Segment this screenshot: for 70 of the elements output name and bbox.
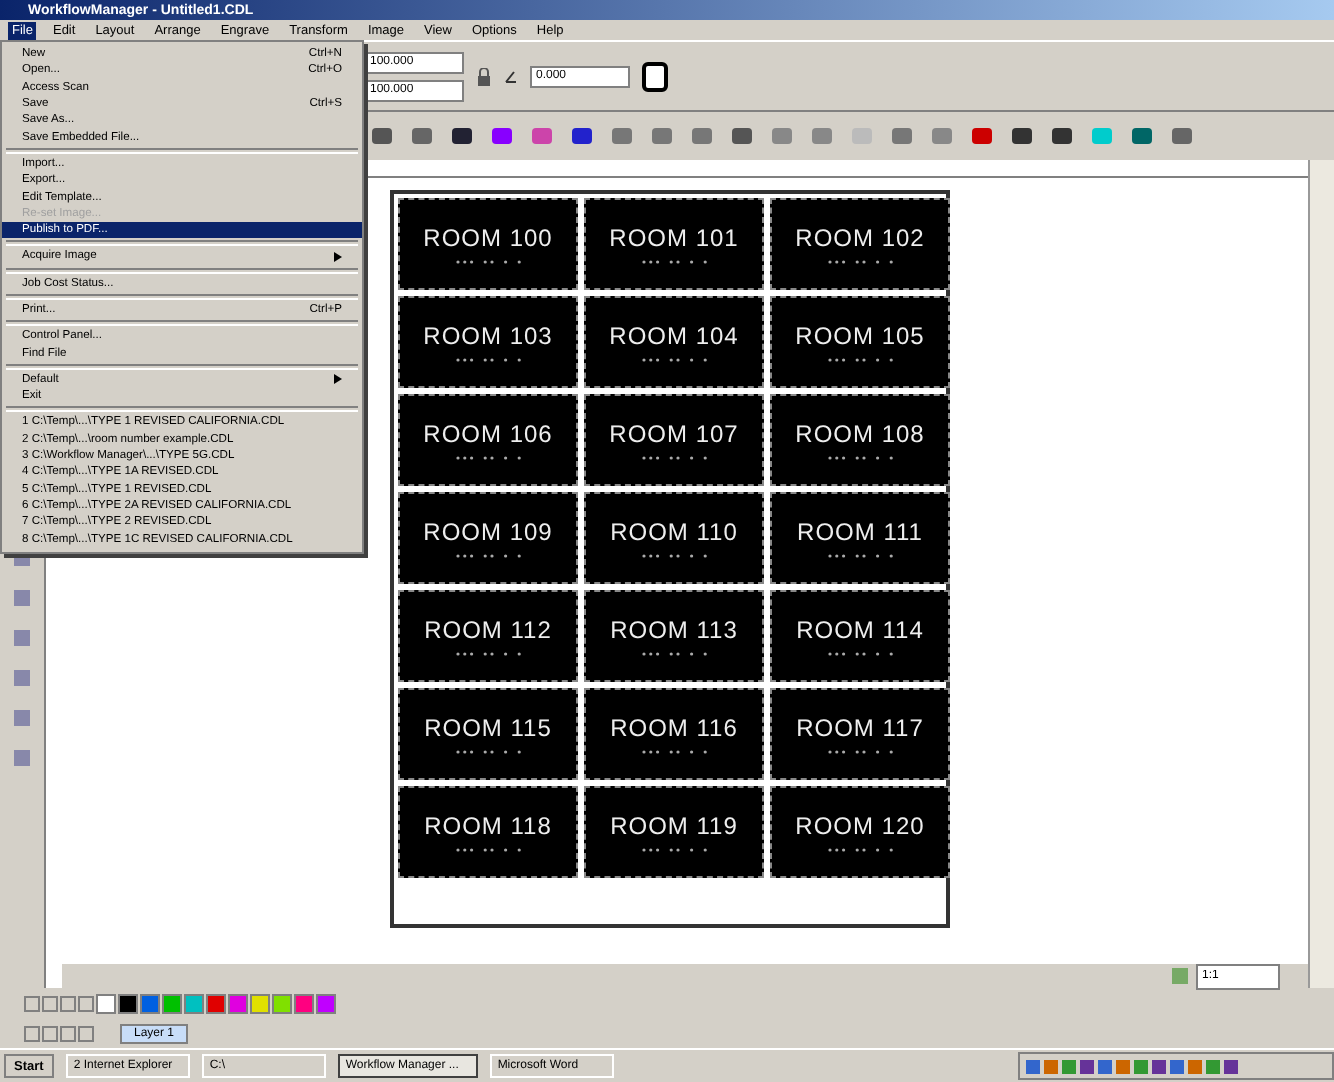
braille-icon [454,845,522,853]
braille-icon [640,257,708,265]
toolbar-icon[interactable] [449,124,473,148]
braille-icon [826,551,894,559]
braille-icon [454,747,522,755]
braille-icon [826,355,894,363]
color-swatch[interactable] [96,993,116,1013]
tool-icon[interactable] [14,709,30,725]
braille-icon [826,257,894,265]
sign-label: ROOM 101 [609,223,739,251]
tool-icon[interactable] [14,589,30,605]
color-swatch[interactable] [250,993,270,1013]
sign-label: ROOM 108 [795,419,925,447]
toolbar-icon[interactable] [1129,124,1153,148]
sign-label: ROOM 115 [424,713,552,741]
color-swatch[interactable] [316,993,336,1013]
braille-icon [826,453,894,461]
sign-label: ROOM 112 [424,615,552,643]
sign-label: ROOM 116 [610,713,738,741]
sign-label: ROOM 104 [609,321,739,349]
braille-icon [640,747,708,755]
color-swatch[interactable] [184,993,204,1013]
toolbar-icon[interactable] [729,124,753,148]
sign-label: ROOM 119 [610,811,738,839]
braille-icon [454,355,522,363]
toolbar-icon[interactable] [1009,124,1033,148]
braille-icon [640,453,708,461]
braille-icon [826,649,894,657]
sign-label: ROOM 107 [609,419,739,447]
submenu-arrow-icon [334,251,342,262]
sign-label: ROOM 118 [424,811,552,839]
braille-icon [640,649,708,657]
sign-label: ROOM 114 [796,615,924,643]
vertical-scrollbar[interactable] [1308,160,1334,988]
braille-icon [826,845,894,853]
sign-label: ROOM 105 [795,321,925,349]
braille-icon [454,257,522,265]
color-swatch[interactable] [294,993,314,1013]
toolbar-icon[interactable] [1049,124,1073,148]
sign-label: ROOM 100 [423,223,553,251]
color-swatch[interactable] [162,993,182,1013]
sign-label: ROOM 109 [423,517,553,545]
braille-icon [640,845,708,853]
color-swatch[interactable] [206,993,226,1013]
sign-label: ROOM 103 [423,321,553,349]
sign-label: ROOM 113 [610,615,738,643]
braille-icon [454,649,522,657]
sign-label: ROOM 106 [423,419,553,447]
toolbar-icon[interactable] [369,124,393,148]
sign-label: ROOM 111 [797,517,923,545]
tool-icon[interactable] [14,669,30,685]
braille-icon [640,355,708,363]
sign-label: ROOM 110 [610,517,738,545]
braille-icon [826,747,894,755]
submenu-arrow-icon [334,374,342,385]
color-swatch[interactable] [118,993,138,1013]
sign-label: ROOM 120 [795,811,925,839]
braille-icon [454,551,522,559]
braille-icon [640,551,708,559]
lock-icon[interactable] [476,67,492,85]
braille-icon [454,453,522,461]
color-swatch[interactable] [140,993,160,1013]
sign-label: ROOM 102 [795,223,925,251]
sign-label: ROOM 117 [796,713,924,741]
angle-icon [504,69,518,83]
color-swatch[interactable] [228,993,248,1013]
tool-icon[interactable] [14,749,30,765]
toolbar-icon[interactable] [569,124,593,148]
color-swatch[interactable] [272,993,292,1013]
tool-icon[interactable] [14,629,30,645]
